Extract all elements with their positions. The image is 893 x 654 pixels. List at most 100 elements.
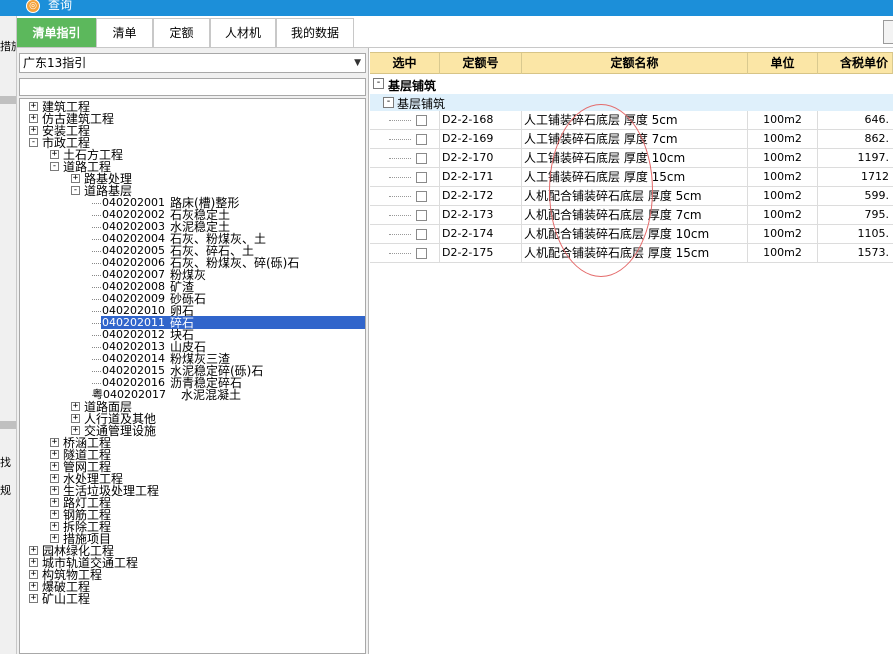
select-cell — [370, 130, 440, 149]
row-checkbox[interactable] — [416, 153, 427, 164]
price-cell: 1712 — [861, 170, 889, 183]
tab-labor-material-machine[interactable]: 人材机 — [210, 18, 276, 47]
unit-cell: 100m2 — [748, 206, 818, 225]
tree-connector — [92, 335, 101, 336]
grid-row[interactable]: D2-2-172 人机配合铺装碎石底层 厚度 5cm 100m2 599. — [370, 187, 893, 206]
unit-cell: 100m2 — [748, 225, 818, 244]
row-checkbox[interactable] — [416, 172, 427, 183]
toolbar-button[interactable] — [883, 20, 893, 44]
expand-icon[interactable]: + — [50, 486, 59, 495]
expand-icon[interactable]: + — [29, 114, 38, 123]
row-checkbox[interactable] — [416, 229, 427, 240]
guide-select[interactable]: 广东13指引 ▼ — [19, 53, 366, 73]
grid-row[interactable]: D2-2-173 人机配合铺装碎石底层 厚度 7cm 100m2 795. — [370, 206, 893, 225]
collapse-icon[interactable]: - — [373, 78, 384, 89]
header-quota-code[interactable]: 定额号 — [440, 53, 522, 74]
collapse-icon[interactable]: - — [71, 186, 80, 195]
tab-list-guide[interactable]: 清单指引 — [17, 18, 96, 47]
tree-connector — [92, 347, 101, 348]
header-quota-name[interactable]: 定额名称 — [522, 53, 748, 74]
quota-name-cell: 人工铺装碎石底层 厚度 10cm — [522, 149, 748, 168]
expand-icon[interactable]: + — [71, 426, 80, 435]
tree-connector — [92, 239, 101, 240]
select-cell — [370, 244, 440, 263]
collapse-icon[interactable]: - — [29, 138, 38, 147]
select-cell — [370, 149, 440, 168]
expand-icon[interactable]: + — [29, 102, 38, 111]
header-unit[interactable]: 单位 — [748, 53, 818, 74]
expand-icon[interactable]: + — [50, 474, 59, 483]
tree-node[interactable]: - 道路工程 — [20, 161, 365, 173]
tree-connector — [92, 383, 101, 384]
quota-code-cell: D2-2-173 — [440, 206, 522, 225]
quota-code-cell: D2-2-172 — [440, 187, 522, 206]
grid-row[interactable]: D2-2-171 人工铺装碎石底层 厚度 15cm 100m2 1712 — [370, 168, 893, 187]
row-checkbox[interactable] — [416, 248, 427, 259]
tree-node[interactable]: + 人行道及其他 — [20, 413, 365, 425]
tab-list[interactable]: 清单 — [96, 18, 153, 47]
row-checkbox[interactable] — [416, 115, 427, 126]
tab-my-data[interactable]: 我的数据 — [276, 18, 354, 47]
tree-node[interactable]: + 矿山工程 — [20, 593, 365, 605]
collapse-icon[interactable]: - — [383, 97, 394, 108]
row-checkbox[interactable] — [416, 210, 427, 221]
unit-cell: 100m2 — [748, 149, 818, 168]
grid-row[interactable]: D2-2-174 人机配合铺装碎石底层 厚度 10cm 100m2 1105. — [370, 225, 893, 244]
row-checkbox[interactable] — [416, 134, 427, 145]
grid-row[interactable]: D2-2-168 人工铺装碎石底层 厚度 5cm 100m2 646. — [370, 111, 893, 130]
unit-cell: 100m2 — [748, 187, 818, 206]
expand-icon[interactable]: + — [29, 594, 38, 603]
tree-connector — [92, 287, 101, 288]
quota-name-cell: 人机配合铺装碎石底层 厚度 10cm — [522, 225, 748, 244]
dropdown-arrow-icon[interactable]: ▼ — [354, 54, 361, 72]
select-cell — [370, 187, 440, 206]
expand-icon[interactable]: + — [71, 174, 80, 183]
quota-name-cell: 人工铺装碎石底层 厚度 7cm — [522, 130, 748, 149]
expand-icon[interactable]: + — [50, 498, 59, 507]
header-price-incl-tax[interactable]: 含税单价 — [818, 53, 893, 74]
tree-connector — [92, 227, 101, 228]
subgroup-row[interactable]: - 基层铺筑 — [370, 94, 893, 111]
price-cell: 646. — [864, 113, 890, 126]
price-cell: 862. — [864, 132, 890, 145]
tree-node[interactable]: + 路基处理 — [20, 173, 365, 185]
expand-icon[interactable]: + — [29, 126, 38, 135]
search-input[interactable] — [19, 78, 366, 96]
row-checkbox[interactable] — [416, 191, 427, 202]
quota-grid: 选中 定额号 定额名称 单位 含税单价 - 基层铺筑 - 基层铺筑 D2-2-1… — [370, 48, 893, 654]
expand-icon[interactable]: + — [29, 570, 38, 579]
tree-connector — [92, 323, 101, 324]
expand-icon[interactable]: + — [50, 150, 59, 159]
tab-quota[interactable]: 定额 — [153, 18, 210, 47]
expand-icon[interactable]: + — [29, 546, 38, 555]
unit-cell: 100m2 — [748, 111, 818, 130]
quota-code-cell: D2-2-169 — [440, 130, 522, 149]
quota-code-cell: D2-2-174 — [440, 225, 522, 244]
expand-icon[interactable]: + — [71, 402, 80, 411]
tree-leaf[interactable]: 粤040202017 水泥混凝土 — [20, 389, 365, 401]
expand-icon[interactable]: + — [29, 582, 38, 591]
expand-icon[interactable]: + — [50, 534, 59, 543]
expand-icon[interactable]: + — [50, 462, 59, 471]
expand-icon[interactable]: + — [71, 414, 80, 423]
quota-name-cell: 人机配合铺装碎石底层 厚度 5cm — [522, 187, 748, 206]
tree-connector — [389, 196, 411, 197]
expand-icon[interactable]: + — [29, 558, 38, 567]
subgroup-label: 基层铺筑 — [397, 97, 446, 111]
expand-icon[interactable]: + — [50, 510, 59, 519]
tree-node[interactable]: + 道路面层 — [20, 401, 365, 413]
grid-row[interactable]: D2-2-170 人工铺装碎石底层 厚度 10cm 100m2 1197. — [370, 149, 893, 168]
group-row[interactable]: - 基层铺筑 — [370, 74, 893, 94]
background-band — [0, 421, 16, 429]
grid-row[interactable]: D2-2-169 人工铺装碎石底层 厚度 7cm 100m2 862. — [370, 130, 893, 149]
expand-icon[interactable]: + — [50, 438, 59, 447]
expand-icon[interactable]: + — [50, 450, 59, 459]
quota-name-cell: 人工铺装碎石底层 厚度 15cm — [522, 168, 748, 187]
window-title: 查询 — [48, 0, 73, 12]
quota-code-cell: D2-2-168 — [440, 111, 522, 130]
tree-connector — [92, 263, 101, 264]
grid-row[interactable]: D2-2-175 人机配合铺装碎石底层 厚度 15cm 100m2 1573. — [370, 244, 893, 263]
collapse-icon[interactable]: - — [50, 162, 59, 171]
expand-icon[interactable]: + — [50, 522, 59, 531]
header-selected[interactable]: 选中 — [370, 53, 440, 74]
